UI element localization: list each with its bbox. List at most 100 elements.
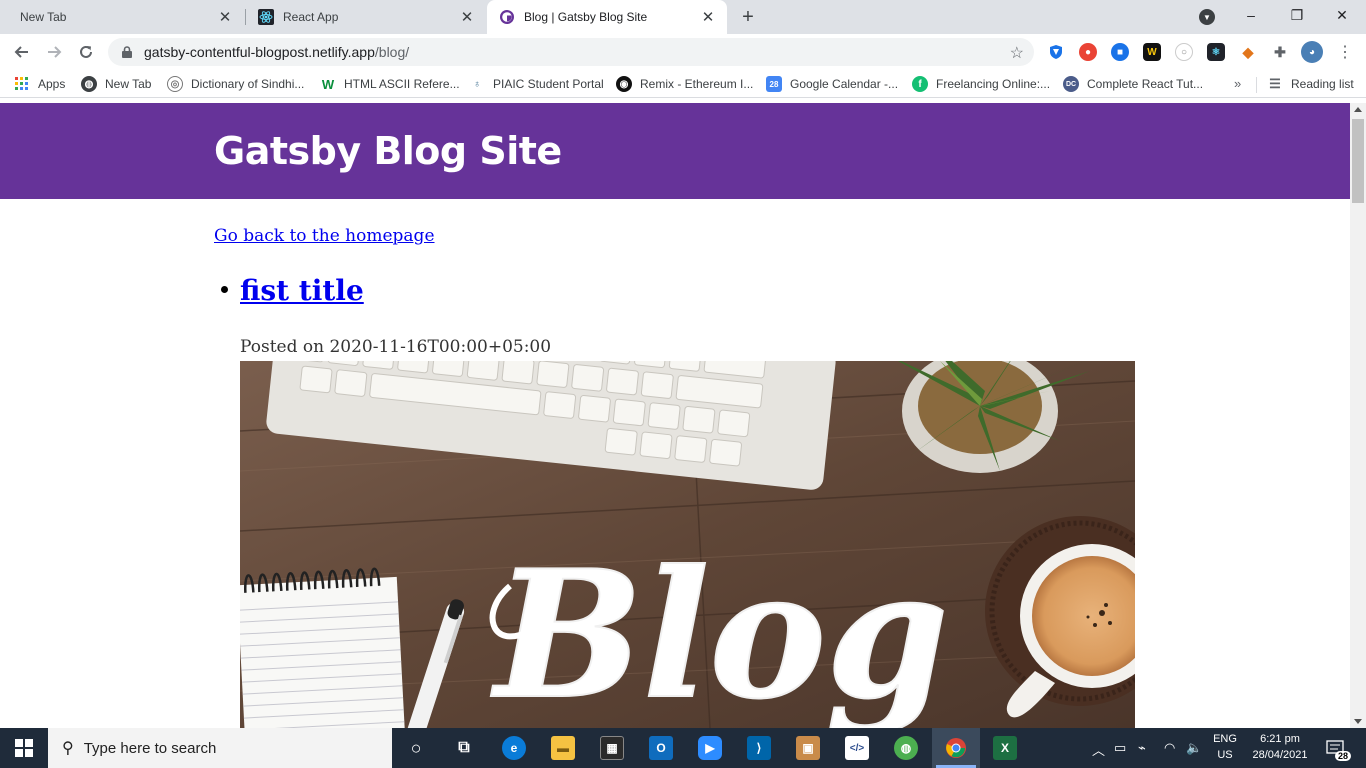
url-host: gatsby-contentful-blogpost.netlify.app bbox=[144, 44, 375, 60]
lock-icon[interactable] bbox=[120, 46, 134, 58]
page-scrollbar[interactable] bbox=[1350, 103, 1366, 728]
reading-list-icon: ☰ bbox=[1269, 76, 1281, 91]
bookmark-label: HTML ASCII Refere... bbox=[344, 77, 460, 91]
calendar-icon: 28 bbox=[766, 76, 782, 92]
windows-logo-icon bbox=[15, 739, 33, 757]
forward-arrow-icon[interactable] bbox=[42, 40, 66, 64]
red-extension-icon[interactable]: ● bbox=[1079, 43, 1097, 61]
new-tab-button[interactable]: + bbox=[736, 5, 760, 29]
url-text: gatsby-contentful-blogpost.netlify.app/b… bbox=[144, 44, 409, 60]
page-viewport: Gatsby Blog Site Go back to the homepage… bbox=[0, 103, 1350, 728]
clock-time[interactable]: 6:21 pm bbox=[1248, 733, 1312, 745]
bookmark-complete-react[interactable]: DC Complete React Tut... bbox=[1063, 75, 1203, 93]
post-date: Posted on 2020-11-16T00:00+05:00 bbox=[240, 337, 552, 357]
taskbar-search-box[interactable]: ⚲ Type here to search bbox=[48, 728, 392, 768]
globe-app-icon[interactable]: ◍ bbox=[894, 736, 918, 760]
notification-count-badge: 28 bbox=[1334, 751, 1351, 761]
site-header: Gatsby Blog Site bbox=[0, 103, 1350, 199]
tab-new-tab[interactable]: New Tab ✕ bbox=[8, 0, 244, 34]
close-icon[interactable]: ✕ bbox=[458, 8, 476, 26]
image-blog-lettering: Blog bbox=[490, 533, 948, 728]
show-hidden-icons-chevron-icon[interactable]: ︿ bbox=[1092, 740, 1105, 759]
outlook-icon[interactable]: O bbox=[649, 736, 673, 760]
bookmark-label: Dictionary of Sindhi... bbox=[191, 77, 305, 91]
scroll-thumb[interactable] bbox=[1352, 119, 1364, 203]
maximize-button[interactable]: ❐ bbox=[1275, 0, 1319, 30]
back-arrow-icon[interactable] bbox=[10, 40, 34, 64]
package-icon[interactable]: ▣ bbox=[796, 736, 820, 760]
vscode-icon[interactable]: ⟩ bbox=[747, 736, 771, 760]
tab-strip: New Tab ✕ React App ✕ Blog | Gatsby Blog… bbox=[0, 0, 1366, 34]
scroll-up-arrow-icon[interactable] bbox=[1354, 107, 1362, 112]
metamask-icon[interactable]: ◆ bbox=[1239, 43, 1257, 61]
divider bbox=[1256, 77, 1257, 93]
tab-search-icon[interactable]: ▼ bbox=[1199, 9, 1215, 25]
react-icon bbox=[258, 9, 274, 25]
notification-center-button[interactable]: 28 bbox=[1322, 737, 1351, 761]
site-title[interactable]: Gatsby Blog Site bbox=[214, 129, 562, 173]
circle-extension-icon[interactable]: ○ bbox=[1175, 43, 1193, 61]
bookmark-label: Freelancing Online:... bbox=[936, 77, 1051, 91]
close-icon[interactable]: ✕ bbox=[216, 8, 234, 26]
power-plug-icon[interactable]: ⌁ bbox=[1138, 740, 1146, 756]
bookmarks-overflow-button[interactable]: » bbox=[1234, 76, 1241, 91]
dc-icon: DC bbox=[1063, 76, 1079, 92]
post-title-link[interactable]: fist title bbox=[240, 274, 364, 307]
chrome-icon[interactable] bbox=[944, 736, 968, 760]
excel-icon[interactable]: X bbox=[993, 736, 1017, 760]
homepage-link[interactable]: Go back to the homepage bbox=[214, 226, 435, 246]
w3schools-icon: W bbox=[321, 76, 335, 92]
tab-react-app[interactable]: React App ✕ bbox=[246, 0, 486, 34]
w-extension-icon[interactable]: W bbox=[1143, 43, 1161, 61]
start-button[interactable] bbox=[0, 728, 48, 768]
address-bar[interactable]: gatsby-contentful-blogpost.netlify.app/b… bbox=[108, 38, 1034, 66]
clock-date[interactable]: 28/04/2021 bbox=[1248, 749, 1312, 761]
bookmark-star-icon[interactable]: ☆ bbox=[1010, 43, 1024, 63]
chrome-menu-icon[interactable]: ⋮ bbox=[1333, 40, 1357, 64]
tab-blog[interactable]: Blog | Gatsby Blog Site ✕ bbox=[487, 0, 727, 34]
close-window-button[interactable]: ✕ bbox=[1320, 0, 1364, 30]
bookmark-label: Google Calendar -... bbox=[790, 77, 899, 91]
file-explorer-icon[interactable]: ▬ bbox=[551, 736, 575, 760]
bookmark-freelancing[interactable]: f Freelancing Online:... bbox=[912, 75, 1050, 93]
scroll-down-arrow-icon[interactable] bbox=[1354, 719, 1362, 724]
search-placeholder: Type here to search bbox=[83, 739, 217, 757]
profile-avatar[interactable]: ◕ bbox=[1301, 41, 1323, 63]
bookmark-html-ascii[interactable]: W HTML ASCII Refere... bbox=[320, 75, 460, 93]
edge-icon[interactable]: e bbox=[502, 736, 526, 760]
speaker-icon[interactable]: 🔈 bbox=[1186, 740, 1202, 756]
bookmark-label: Remix - Ethereum I... bbox=[640, 77, 754, 91]
bookmark-remix[interactable]: ◉ Remix - Ethereum I... bbox=[616, 75, 753, 93]
bookmark-google-calendar[interactable]: 28 Google Calendar -... bbox=[766, 75, 898, 93]
url-path: /blog/ bbox=[374, 44, 410, 60]
battery-icon[interactable]: ▭ bbox=[1114, 740, 1126, 756]
bookmarks-bar: Apps ◍ New Tab ◎ Dictionary of Sindhi...… bbox=[0, 70, 1366, 98]
minimize-button[interactable]: – bbox=[1229, 0, 1273, 30]
store-icon[interactable]: ▦ bbox=[600, 736, 624, 760]
wifi-icon[interactable]: ◠ bbox=[1164, 740, 1175, 756]
react-devtools-icon[interactable]: ⚛ bbox=[1207, 43, 1225, 61]
apps-grid-icon bbox=[14, 76, 30, 92]
bookmark-dictionary[interactable]: ◎ Dictionary of Sindhi... bbox=[167, 75, 304, 93]
language-indicator[interactable]: ENG bbox=[1208, 733, 1242, 745]
bookmark-apps[interactable]: Apps bbox=[14, 75, 65, 93]
bookmark-label: Apps bbox=[38, 77, 66, 91]
piaic-icon: ♁ bbox=[473, 78, 481, 90]
remix-icon: ◉ bbox=[616, 76, 632, 92]
tab-title: Blog | Gatsby Blog Site bbox=[524, 10, 648, 24]
list-bullet bbox=[221, 286, 228, 293]
zoom-icon[interactable]: ▶ bbox=[698, 736, 722, 760]
code-editor-icon[interactable]: </> bbox=[845, 736, 869, 760]
close-icon[interactable]: ✕ bbox=[699, 8, 717, 26]
reload-icon[interactable] bbox=[74, 40, 98, 64]
reading-list-button[interactable]: ☰ Reading list bbox=[1267, 75, 1354, 93]
browser-toolbar: gatsby-contentful-blogpost.netlify.app/b… bbox=[0, 34, 1366, 70]
shield-extension-icon[interactable] bbox=[1047, 43, 1065, 61]
cortana-icon[interactable]: ○ bbox=[404, 736, 428, 760]
bookmark-piaic[interactable]: ♁ PIAIC Student Portal bbox=[469, 75, 603, 93]
region-indicator[interactable]: US bbox=[1208, 749, 1242, 761]
bookmark-new-tab[interactable]: ◍ New Tab bbox=[81, 75, 151, 93]
puzzle-extensions-icon[interactable]: ✚ bbox=[1271, 43, 1289, 61]
blue-extension-icon[interactable]: ■ bbox=[1111, 43, 1129, 61]
task-view-icon[interactable]: ⧉ bbox=[452, 736, 476, 760]
